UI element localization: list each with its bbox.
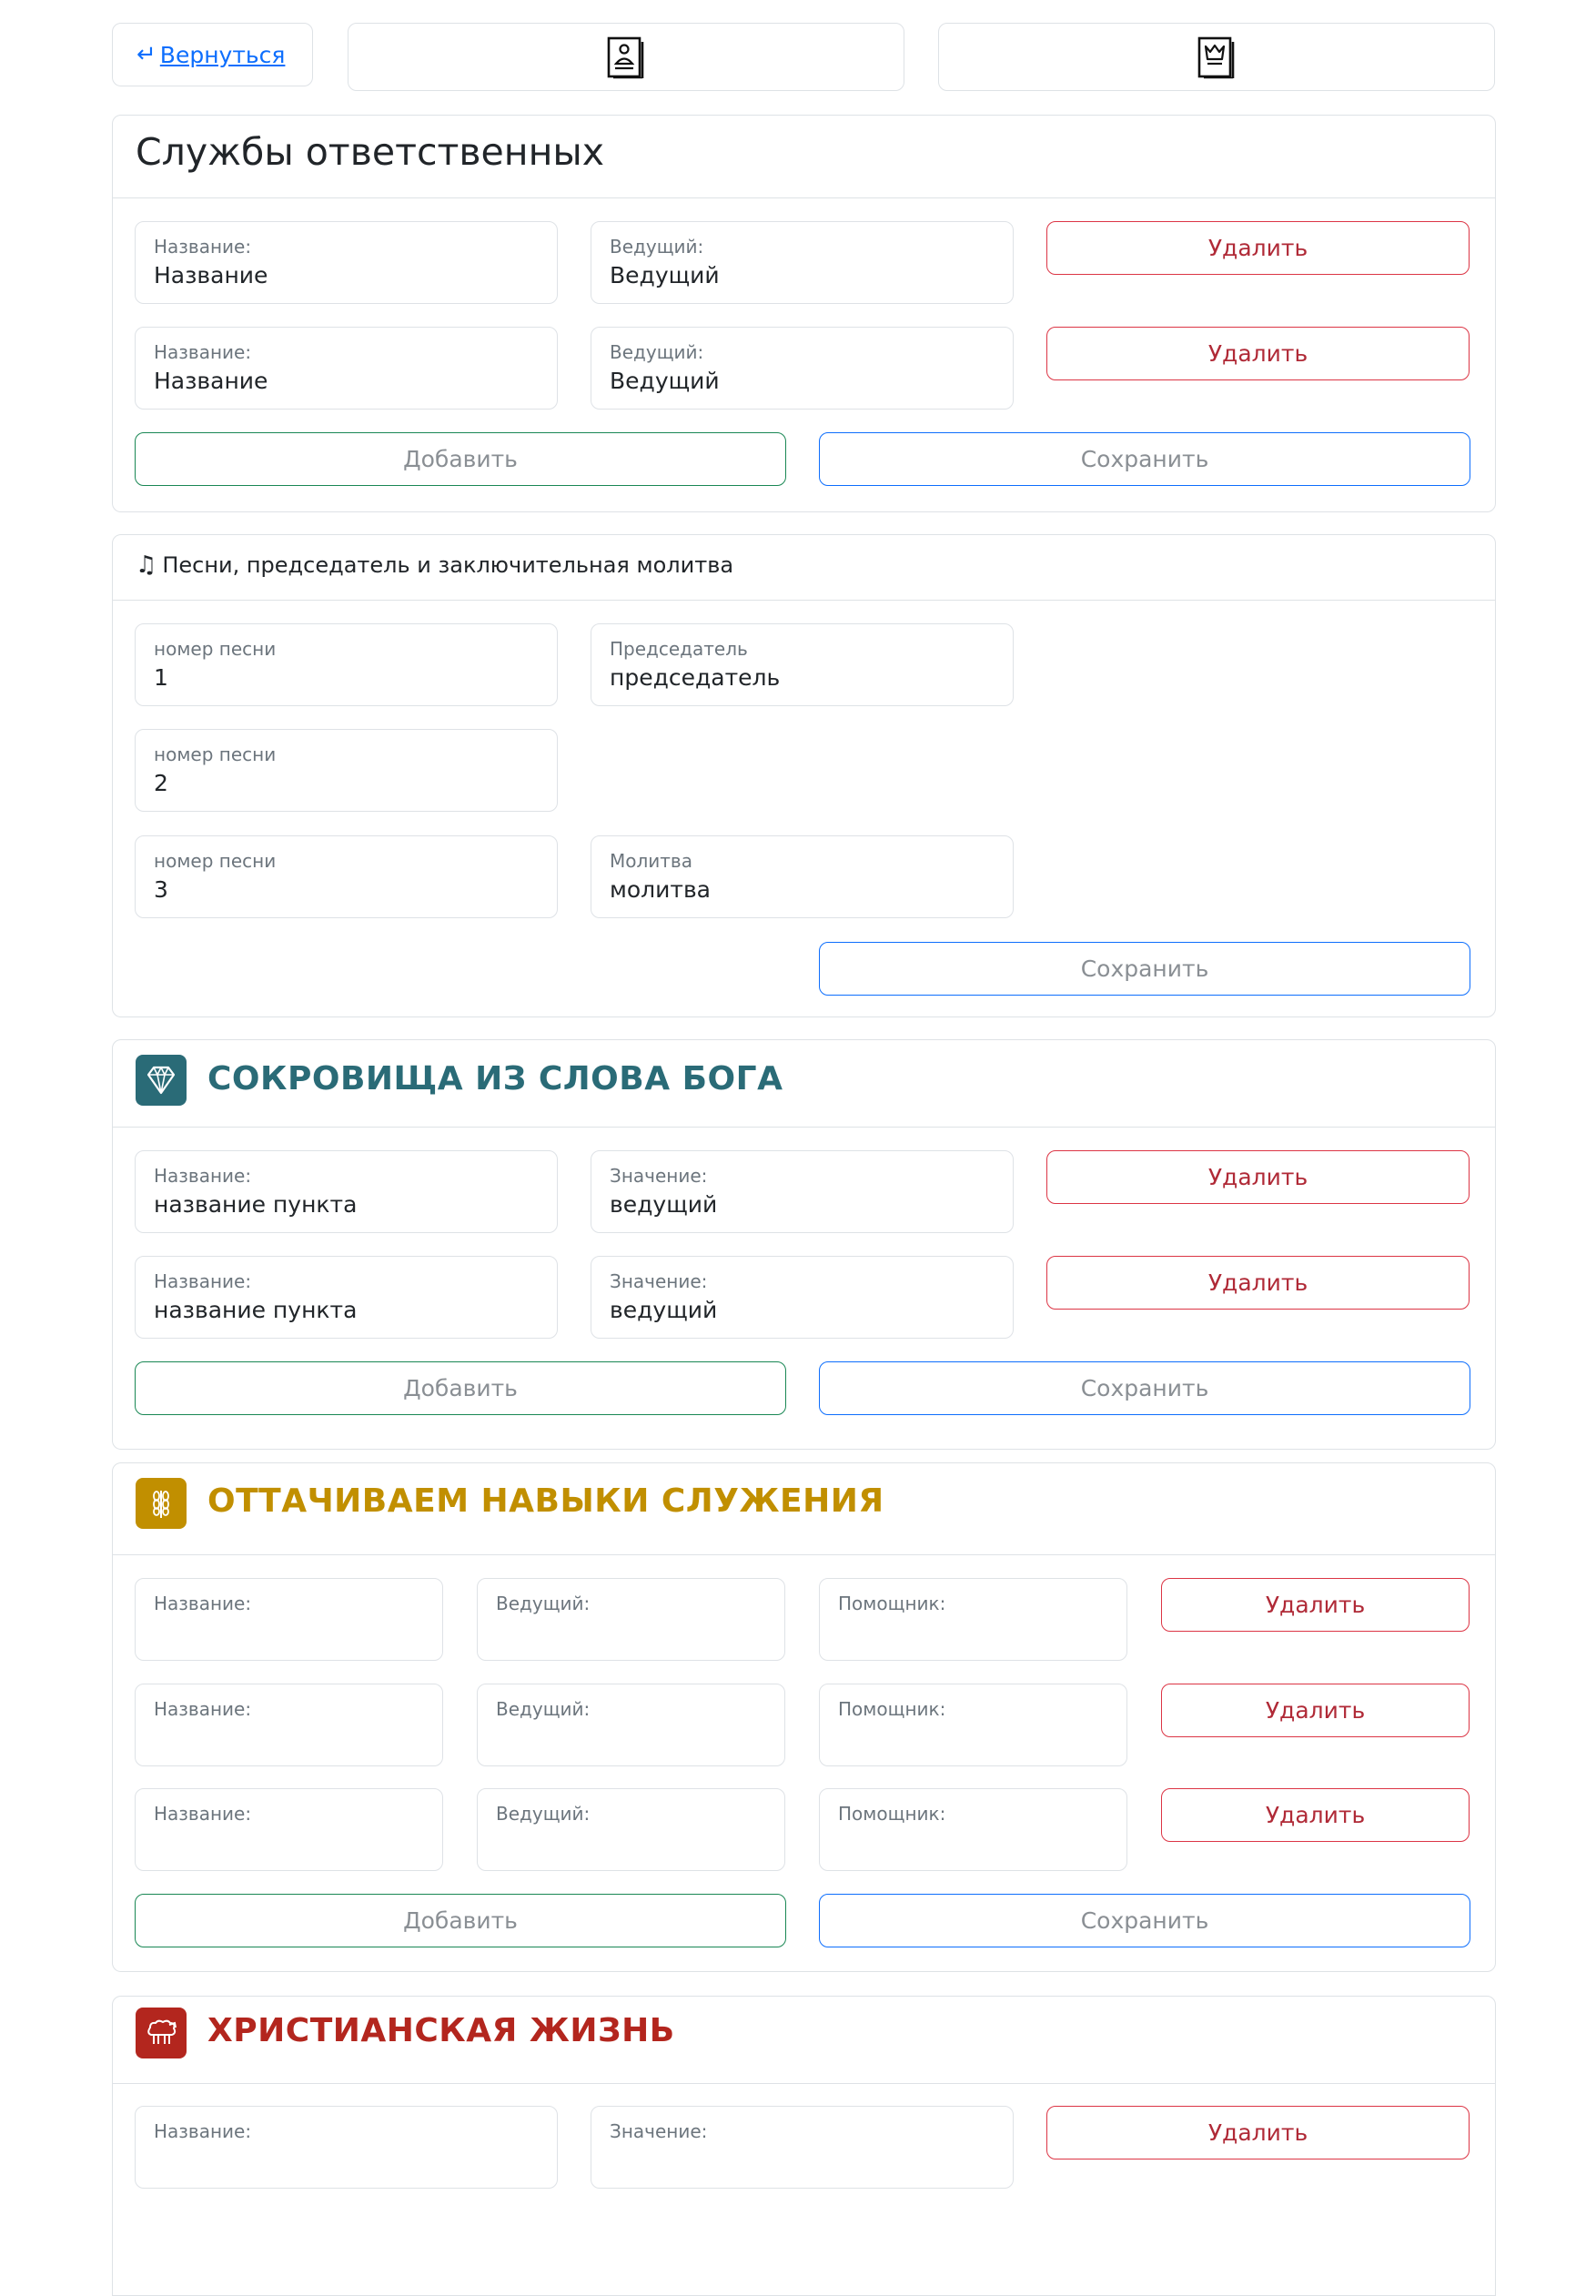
song-number-field[interactable]: номер песни 3: [135, 835, 558, 918]
wheat-icon: [136, 1478, 187, 1529]
add-button[interactable]: Добавить: [135, 1894, 786, 1947]
item-value-field[interactable]: Значение:: [591, 2106, 1014, 2189]
field-label: Название:: [154, 341, 252, 363]
field-value: молитва: [610, 876, 711, 903]
field-label: Название:: [154, 1698, 252, 1720]
field-label: Помощник:: [838, 1698, 946, 1720]
services-title: Службы ответственных: [136, 130, 605, 174]
field-label: Ведущий:: [496, 1803, 591, 1825]
host-field[interactable]: Ведущий:: [477, 1788, 785, 1871]
treasures-title: СОКРОВИЩА ИЗ СЛОВА БОГА: [207, 1060, 783, 1097]
field-label: Ведущий:: [610, 236, 704, 258]
delete-button[interactable]: Удалить: [1161, 1788, 1470, 1842]
field-label: Значение:: [610, 1270, 708, 1292]
part-name-field[interactable]: Название:: [135, 1788, 443, 1871]
field-label: Ведущий:: [496, 1698, 591, 1720]
field-value: Ведущий: [610, 262, 720, 288]
diamond-icon: [136, 1055, 187, 1106]
item-name-field[interactable]: Название:: [135, 2106, 558, 2189]
document-crown-button[interactable]: [938, 23, 1495, 91]
field-label: Название:: [154, 236, 252, 258]
assistant-field[interactable]: Помощник:: [819, 1684, 1127, 1766]
christian-title: ХРИСТИАНСКАЯ ЖИЗНЬ: [207, 2012, 675, 2049]
field-label: Молитва: [610, 850, 692, 872]
music-note-icon: ♫: [136, 551, 157, 579]
save-button[interactable]: Сохранить: [819, 942, 1470, 996]
add-button[interactable]: Добавить: [135, 1361, 786, 1415]
service-host-field[interactable]: Ведущий: Ведущий: [591, 221, 1014, 304]
songs-header: ♫ Песни, председатель и заключительная м…: [113, 535, 1495, 601]
song-number-field[interactable]: номер песни 1: [135, 623, 558, 706]
back-link-label: Вернуться: [159, 41, 286, 68]
host-field[interactable]: Ведущий:: [477, 1578, 785, 1661]
field-value: ведущий: [610, 1191, 718, 1218]
save-button[interactable]: Сохранить: [819, 1894, 1470, 1947]
field-label: номер песни: [154, 638, 277, 660]
service-name-field[interactable]: Название: Название: [135, 221, 558, 304]
document-crown-icon: [1197, 36, 1235, 78]
field-label: номер песни: [154, 850, 277, 872]
chairman-field[interactable]: Председатель председатель: [591, 623, 1014, 706]
field-label: Название:: [154, 1593, 252, 1614]
delete-button[interactable]: Удалить: [1046, 221, 1470, 275]
ministry-title: ОТТАЧИВАЕМ НАВЫКИ СЛУЖЕНИЯ: [207, 1482, 884, 1520]
delete-button[interactable]: Удалить: [1161, 1684, 1470, 1737]
save-button[interactable]: Сохранить: [819, 1361, 1470, 1415]
treasures-header: СОКРОВИЩА ИЗ СЛОВА БОГА: [113, 1040, 1495, 1128]
song-number-field[interactable]: номер песни 2: [135, 729, 558, 812]
assistant-field[interactable]: Помощник:: [819, 1788, 1127, 1871]
field-label: номер песни: [154, 743, 277, 765]
field-label: Помощник:: [838, 1803, 946, 1825]
item-value-field[interactable]: Значение: ведущий: [591, 1256, 1014, 1339]
service-name-field[interactable]: Название: Название: [135, 327, 558, 410]
sheep-icon: [136, 2008, 187, 2058]
document-person-button[interactable]: [348, 23, 904, 91]
field-label: Название:: [154, 1270, 252, 1292]
part-name-field[interactable]: Название:: [135, 1578, 443, 1661]
field-label: Значение:: [610, 2120, 708, 2142]
prayer-field[interactable]: Молитва молитва: [591, 835, 1014, 918]
item-value-field[interactable]: Значение: ведущий: [591, 1150, 1014, 1233]
services-header: Службы ответственных: [113, 116, 1495, 198]
return-arrow-icon: ↵: [136, 41, 157, 68]
add-button[interactable]: Добавить: [135, 432, 786, 486]
delete-button[interactable]: Удалить: [1046, 327, 1470, 380]
songs-title-row: ♫ Песни, председатель и заключительная м…: [136, 551, 733, 579]
back-link[interactable]: ↵ Вернуться: [112, 23, 313, 86]
field-value: 2: [154, 770, 168, 796]
ministry-header: ОТТАЧИВАЕМ НАВЫКИ СЛУЖЕНИЯ: [113, 1463, 1495, 1555]
field-value: название пункта: [154, 1297, 358, 1323]
delete-button[interactable]: Удалить: [1161, 1578, 1470, 1632]
songs-title: Песни, председатель и заключительная мол…: [162, 552, 734, 578]
delete-button[interactable]: Удалить: [1046, 1256, 1470, 1310]
field-label: Название:: [154, 1165, 252, 1187]
assistant-field[interactable]: Помощник:: [819, 1578, 1127, 1661]
service-host-field[interactable]: Ведущий: Ведущий: [591, 327, 1014, 410]
field-label: Ведущий:: [610, 341, 704, 363]
delete-button[interactable]: Удалить: [1046, 1150, 1470, 1204]
field-value: название пункта: [154, 1191, 358, 1218]
field-label: Председатель: [610, 638, 748, 660]
save-button[interactable]: Сохранить: [819, 432, 1470, 486]
field-value: 3: [154, 876, 168, 903]
field-value: председатель: [610, 664, 781, 691]
field-value: ведущий: [610, 1297, 718, 1323]
field-value: Название: [154, 262, 268, 288]
christian-header: ХРИСТИАНСКАЯ ЖИЗНЬ: [113, 1997, 1495, 2084]
field-value: Название: [154, 368, 268, 394]
part-name-field[interactable]: Название:: [135, 1684, 443, 1766]
field-label: Ведущий:: [496, 1593, 591, 1614]
item-name-field[interactable]: Название: название пункта: [135, 1150, 558, 1233]
field-label: Значение:: [610, 1165, 708, 1187]
field-value: Ведущий: [610, 368, 720, 394]
host-field[interactable]: Ведущий:: [477, 1684, 785, 1766]
field-label: Помощник:: [838, 1593, 946, 1614]
delete-button[interactable]: Удалить: [1046, 2106, 1470, 2159]
field-label: Название:: [154, 1803, 252, 1825]
document-person-icon: [607, 36, 644, 78]
field-label: Название:: [154, 2120, 252, 2142]
item-name-field[interactable]: Название: название пункта: [135, 1256, 558, 1339]
field-value: 1: [154, 664, 168, 691]
